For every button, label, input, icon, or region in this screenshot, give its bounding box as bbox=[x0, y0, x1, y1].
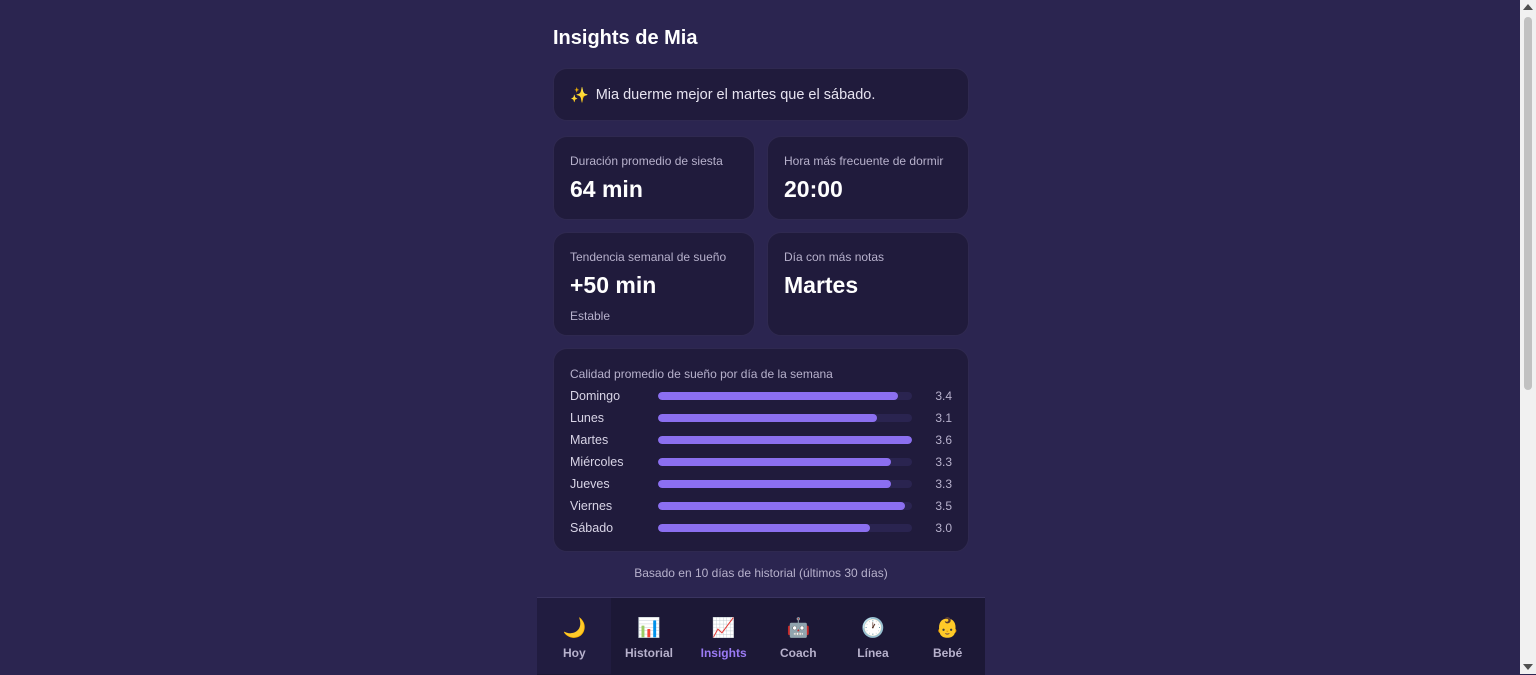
history-footnote: Basado en 10 días de historial (últimos … bbox=[634, 566, 888, 580]
bar bbox=[657, 414, 877, 422]
stat-card-bedtime: Hora más frecuente de dormir 20:00 bbox=[767, 136, 969, 220]
stat-label: Duración promedio de siesta bbox=[570, 154, 723, 168]
bar bbox=[657, 458, 891, 466]
moon-icon: 🌙 bbox=[562, 617, 587, 639]
nav-label: Insights bbox=[700, 646, 747, 660]
chart-row: Martes 3.6 bbox=[570, 429, 952, 451]
value-label: 3.4 bbox=[935, 389, 953, 403]
day-label: Miércoles bbox=[570, 455, 624, 469]
nav-item-hoy[interactable]: 🌙 Hoy bbox=[537, 598, 612, 674]
chart-bars: Domingo 3.4 Lunes 3.1 Martes 3.6 Miércoles 3.3 J… bbox=[570, 385, 952, 539]
page-scrollbar[interactable] bbox=[1520, 0, 1536, 674]
insight-banner: ✨ Mia duerme mejor el martes que el sába… bbox=[553, 68, 969, 121]
robot-icon: 🤖 bbox=[786, 617, 811, 639]
bar-track bbox=[657, 502, 913, 510]
bar bbox=[657, 524, 870, 532]
chart-row: Domingo 3.4 bbox=[570, 385, 952, 407]
stat-subtext: Estable bbox=[570, 309, 611, 323]
nav-item-linea[interactable]: 🕐 Línea bbox=[836, 598, 910, 674]
day-label: Viernes bbox=[570, 499, 613, 513]
day-label: Martes bbox=[570, 433, 609, 447]
bar-track bbox=[657, 458, 913, 466]
insights-screen: Insights de Mia ✨ Mia duerme mejor el ma… bbox=[537, 0, 985, 675]
scroll-up-arrow-icon[interactable] bbox=[1523, 4, 1533, 10]
stat-label: Hora más frecuente de dormir bbox=[784, 154, 944, 168]
stat-card-weekly-trend: Tendencia semanal de sueño +50 min Estab… bbox=[553, 232, 755, 336]
nav-label: Coach bbox=[779, 646, 817, 660]
nav-label: Hoy bbox=[562, 646, 586, 660]
value-label: 3.0 bbox=[935, 521, 953, 535]
stat-label: Tendencia semanal de sueño bbox=[570, 250, 727, 264]
day-label: Domingo bbox=[570, 389, 621, 403]
bar-track bbox=[657, 414, 913, 422]
value-label: 3.1 bbox=[935, 411, 953, 425]
day-label: Lunes bbox=[570, 411, 605, 425]
nav-item-historial[interactable]: 📊 Historial bbox=[612, 598, 686, 674]
nav-item-coach[interactable]: 🤖 Coach bbox=[761, 598, 835, 674]
nav-label: Historial bbox=[624, 646, 673, 660]
value-label: 3.3 bbox=[935, 455, 953, 469]
chart-title: Calidad promedio de sueño por día de la … bbox=[570, 367, 833, 381]
day-label: Jueves bbox=[570, 477, 610, 491]
bar bbox=[657, 436, 913, 444]
nav-label: Línea bbox=[857, 646, 889, 660]
bottom-nav: 🌙 Hoy 📊 Historial 📈 Insights 🤖 Coach 🕐 L… bbox=[537, 597, 985, 675]
stat-value: 20:00 bbox=[784, 176, 843, 202]
stat-value: +50 min bbox=[570, 272, 657, 298]
bar bbox=[657, 480, 891, 488]
baby-icon: 👶 bbox=[935, 617, 960, 639]
chart-row: Viernes 3.5 bbox=[570, 495, 952, 517]
stat-value: 64 min bbox=[570, 176, 643, 202]
chart-row: Sábado 3.0 bbox=[570, 517, 952, 539]
page-title: Insights de Mia bbox=[553, 27, 698, 49]
value-label: 3.5 bbox=[935, 499, 953, 513]
scrollbar-thumb[interactable] bbox=[1524, 17, 1532, 390]
insight-banner-text: Mia duerme mejor el martes que el sábado… bbox=[595, 86, 876, 103]
stat-value: Martes bbox=[784, 272, 859, 298]
chart-row: Jueves 3.3 bbox=[570, 473, 952, 495]
nav-label: Bebé bbox=[932, 646, 963, 660]
chart-row: Lunes 3.1 bbox=[570, 407, 952, 429]
bar bbox=[657, 502, 906, 510]
bar-track bbox=[657, 392, 913, 400]
sleep-quality-chart: Calidad promedio de sueño por día de la … bbox=[553, 348, 969, 552]
sparkles-icon: ✨ bbox=[570, 86, 589, 104]
nav-item-bebe[interactable]: 👶 Bebé bbox=[911, 598, 985, 674]
bar-track bbox=[657, 436, 913, 444]
day-label: Sábado bbox=[570, 521, 614, 535]
bar-chart-icon: 📊 bbox=[637, 617, 661, 639]
bar-track bbox=[657, 524, 913, 532]
stat-card-nap-duration: Duración promedio de siesta 64 min bbox=[553, 136, 755, 220]
bar bbox=[657, 392, 899, 400]
clock-icon: 🕐 bbox=[861, 617, 885, 639]
chart-row: Miércoles 3.3 bbox=[570, 451, 952, 473]
bar-track bbox=[657, 480, 913, 488]
stat-label: Día con más notas bbox=[784, 250, 885, 264]
trend-chart-icon: 📈 bbox=[711, 617, 736, 639]
stat-card-most-notes-day: Día con más notas Martes bbox=[767, 232, 969, 336]
value-label: 3.6 bbox=[935, 433, 953, 447]
scroll-down-arrow-icon[interactable] bbox=[1523, 664, 1533, 670]
value-label: 3.3 bbox=[935, 477, 953, 491]
nav-item-insights[interactable]: 📈 Insights bbox=[687, 598, 761, 674]
